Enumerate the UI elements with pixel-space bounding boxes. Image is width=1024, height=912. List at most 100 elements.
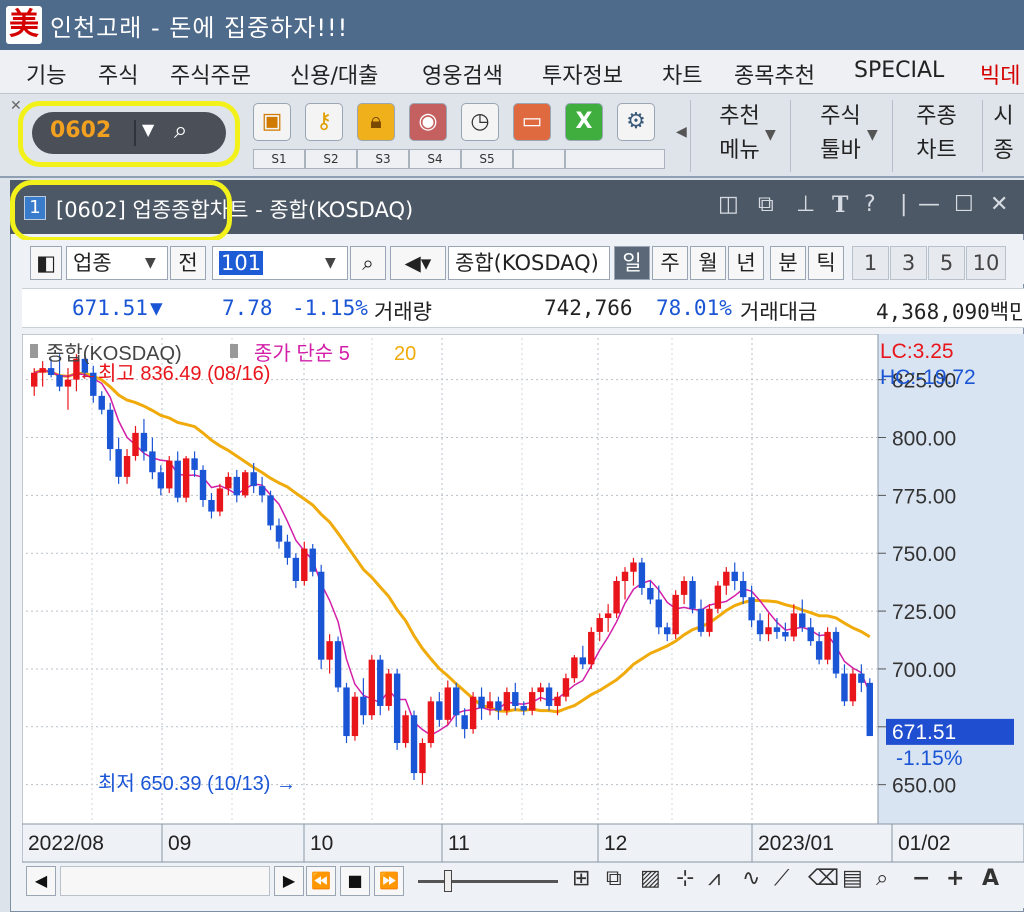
- minimize-icon[interactable]: —: [918, 192, 940, 217]
- slot-s7[interactable]: [565, 149, 665, 169]
- menu-item-order[interactable]: 주식주문: [170, 58, 251, 90]
- candle-body: [351, 696, 359, 737]
- excel-icon[interactable]: X: [565, 103, 603, 141]
- zoom-slider-handle[interactable]: [444, 870, 452, 892]
- candle-body: [258, 486, 266, 496]
- restore-copy-icon[interactable]: ⧉: [758, 192, 774, 217]
- menu-item-function[interactable]: 기능: [26, 58, 66, 90]
- more-button[interactable]: 시 종: [982, 100, 1024, 172]
- x-tick-label: 01/02: [898, 832, 951, 855]
- candle-body: [123, 456, 131, 477]
- slot-s6[interactable]: [513, 149, 565, 169]
- menu-item-invest-info[interactable]: 투자정보: [542, 58, 623, 90]
- price-chart[interactable]: 825.00800.00775.00750.00725.00700.00675.…: [22, 334, 1024, 862]
- screen-code[interactable]: 0602: [50, 118, 111, 143]
- candle-body: [115, 449, 122, 477]
- close-icon[interactable]: ✕: [990, 192, 1008, 217]
- speaker-icon[interactable]: ◀▾: [390, 246, 446, 280]
- lock-icon[interactable]: 🔒︎: [357, 103, 395, 141]
- period-minute-button[interactable]: 분: [770, 246, 806, 280]
- save-icon[interactable]: ▣: [253, 103, 291, 141]
- zoom-slider-track[interactable]: [418, 880, 558, 883]
- stop-button[interactable]: ■: [340, 866, 370, 896]
- scroll-right-button[interactable]: ▶: [274, 866, 304, 896]
- erase-icon[interactable]: ⌫: [808, 866, 839, 891]
- chevron-left-icon[interactable]: ◀: [676, 124, 687, 140]
- candle-body: [233, 476, 240, 496]
- slot-s1[interactable]: S1: [253, 149, 305, 169]
- interval-10-button[interactable]: 10: [966, 246, 1006, 280]
- menu-item-recommend[interactable]: 종목추천: [734, 58, 815, 90]
- minus-icon[interactable]: −: [912, 866, 930, 891]
- amount-value: 4,368,090백만: [876, 300, 1022, 324]
- overlay-icon[interactable]: ⧉: [606, 866, 622, 891]
- candle-body: [849, 673, 857, 702]
- period-day-button[interactable]: 일: [614, 246, 650, 280]
- menu-bar: 기능 주식 주식주문 신용/대출 영웅검색 투자정보 차트 종목추천 SPECI…: [0, 50, 1024, 94]
- candle-body: [579, 657, 587, 665]
- stock-toolbar-button[interactable]: 주식 툴바 ▼: [790, 100, 890, 172]
- chevron-down-icon[interactable]: ▼: [142, 120, 154, 139]
- camera-icon[interactable]: ◉: [409, 103, 447, 141]
- period-month-button[interactable]: 월: [690, 246, 726, 280]
- pin-icon[interactable]: ⊥: [796, 192, 815, 217]
- help-icon[interactable]: ?: [864, 192, 876, 217]
- search-icon[interactable]: ⌕: [350, 246, 386, 280]
- candle-body: [765, 627, 772, 635]
- wave-icon[interactable]: ∿: [742, 866, 760, 891]
- code-input[interactable]: 101 ▼: [212, 246, 348, 280]
- screen-code-box[interactable]: 0602 ▼ ⌕: [32, 112, 226, 154]
- text-icon[interactable]: A: [982, 866, 999, 891]
- fast-forward-button[interactable]: ⏩: [374, 866, 404, 896]
- screenshot-icon[interactable]: ▤: [842, 866, 863, 891]
- menu-item-special[interactable]: SPECIAL: [854, 58, 944, 83]
- interval-3-button[interactable]: 3: [890, 246, 927, 280]
- slot-s2[interactable]: S2: [305, 149, 357, 169]
- search-icon[interactable]: ⌕: [174, 116, 187, 144]
- zoom-in-icon[interactable]: ⌕: [876, 866, 888, 891]
- key-icon[interactable]: ⚷: [305, 103, 343, 141]
- rewind-button[interactable]: ⏪: [306, 866, 336, 896]
- layout-icon[interactable]: ◫: [718, 192, 739, 217]
- maximize-icon[interactable]: ☐: [954, 192, 974, 217]
- menu-item-stock[interactable]: 주식: [98, 58, 138, 90]
- plus-icon[interactable]: +: [946, 866, 964, 891]
- menu-item-bigdata[interactable]: 빅데: [980, 58, 1020, 90]
- x-tick-label: 2022/08: [28, 832, 104, 855]
- period-year-button[interactable]: 년: [728, 246, 764, 280]
- period-tick-button[interactable]: 틱: [808, 246, 844, 280]
- text-icon[interactable]: T: [832, 192, 848, 218]
- separator-icon: |: [900, 192, 908, 217]
- slot-s3[interactable]: S3: [357, 149, 409, 169]
- y-tick-label: 775.00: [892, 485, 956, 508]
- clock-icon[interactable]: ◷: [461, 103, 499, 141]
- trend-icon[interactable]: ⩘: [708, 866, 720, 891]
- gear-icon[interactable]: ⚙: [617, 103, 655, 141]
- crosshair-icon[interactable]: ⊹: [676, 866, 694, 891]
- period-week-button[interactable]: 주: [652, 246, 688, 280]
- interval-1-button[interactable]: 1: [852, 246, 889, 280]
- scroll-left-button[interactable]: ◀: [26, 866, 56, 896]
- chevron-down-icon: ▼: [765, 127, 776, 143]
- menu-item-credit[interactable]: 신용/대출: [290, 58, 378, 90]
- slot-s5[interactable]: S5: [461, 149, 513, 169]
- scroll-track[interactable]: [60, 866, 270, 896]
- monitor-icon[interactable]: ▭: [513, 103, 551, 141]
- fan-icon[interactable]: ⟋: [774, 866, 789, 891]
- slot-s4[interactable]: S4: [409, 149, 461, 169]
- grid-icon[interactable]: ⊞: [572, 866, 590, 891]
- interval-5-button[interactable]: 5: [928, 246, 965, 280]
- candle-body: [174, 460, 181, 498]
- panel-toggle-icon[interactable]: ◧: [30, 246, 62, 280]
- prev-button[interactable]: 전: [170, 246, 206, 280]
- low-annotation: 최저 650.39 (10/13) →: [98, 772, 296, 795]
- candle-body: [773, 627, 781, 632]
- menu-item-hero-search[interactable]: 영웅검색: [422, 58, 503, 90]
- sector-chart-button[interactable]: 주종 차트: [892, 100, 980, 172]
- menu-item-chart[interactable]: 차트: [662, 58, 702, 90]
- app-logo: 美: [6, 6, 42, 44]
- recommend-menu-button[interactable]: 추천 메뉴 ▼: [690, 100, 788, 172]
- price-change-pct: -1.15%: [292, 296, 368, 320]
- category-select[interactable]: 업종 ▼: [66, 246, 168, 280]
- pattern-icon[interactable]: ▨: [640, 866, 661, 891]
